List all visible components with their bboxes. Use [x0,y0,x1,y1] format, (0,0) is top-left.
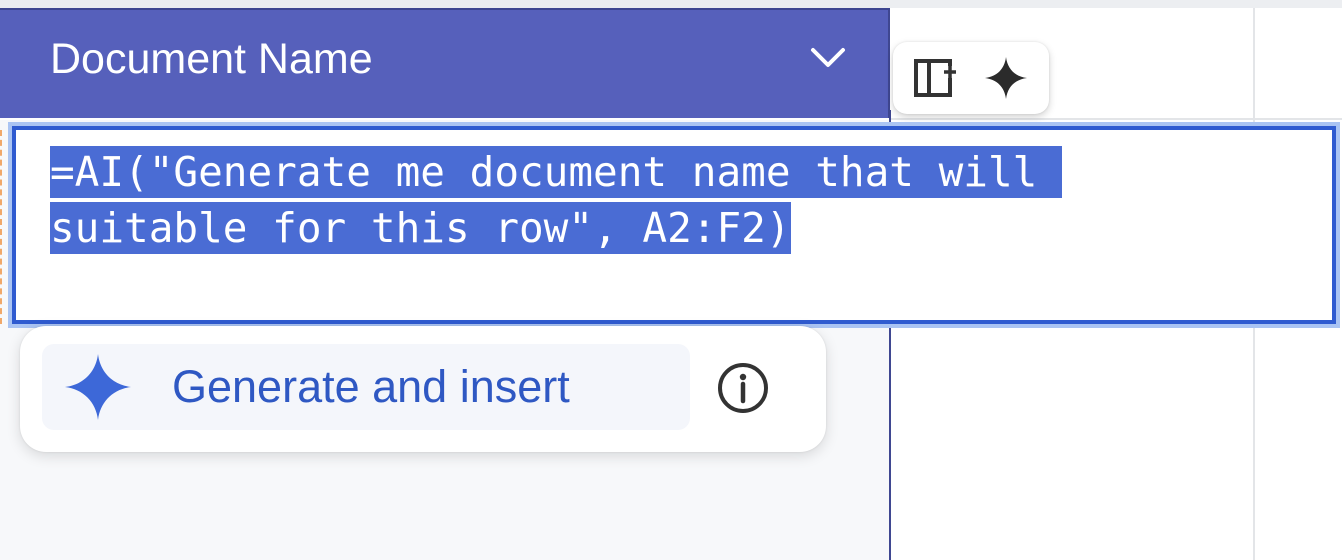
column-toolbar [893,42,1049,114]
grid-line-horizontal [891,118,1342,120]
formula-text[interactable]: =AI("Generate me document name that will… [50,144,1150,256]
info-icon[interactable] [714,359,772,417]
generate-and-insert-button[interactable]: Generate and insert [42,344,690,430]
formula-editor[interactable]: =AI("Generate me document name that will… [8,122,1340,328]
formula-line-2: suitable for this row", A2:F2) [50,202,791,254]
generate-card: Generate and insert [20,326,826,452]
sparkle-icon [62,351,134,423]
column-header[interactable]: Document Name [0,8,890,118]
chevron-down-icon[interactable] [808,38,848,78]
sparkle-icon[interactable] [978,48,1034,108]
grid-top-strip [0,0,1342,8]
formula-line-1: =AI("Generate me document name that will [50,146,1063,198]
cell-selection-edge [0,130,3,324]
column-header-label: Document Name [50,34,373,83]
generate-and-insert-label: Generate and insert [172,361,570,412]
insert-column-icon[interactable] [908,48,964,108]
